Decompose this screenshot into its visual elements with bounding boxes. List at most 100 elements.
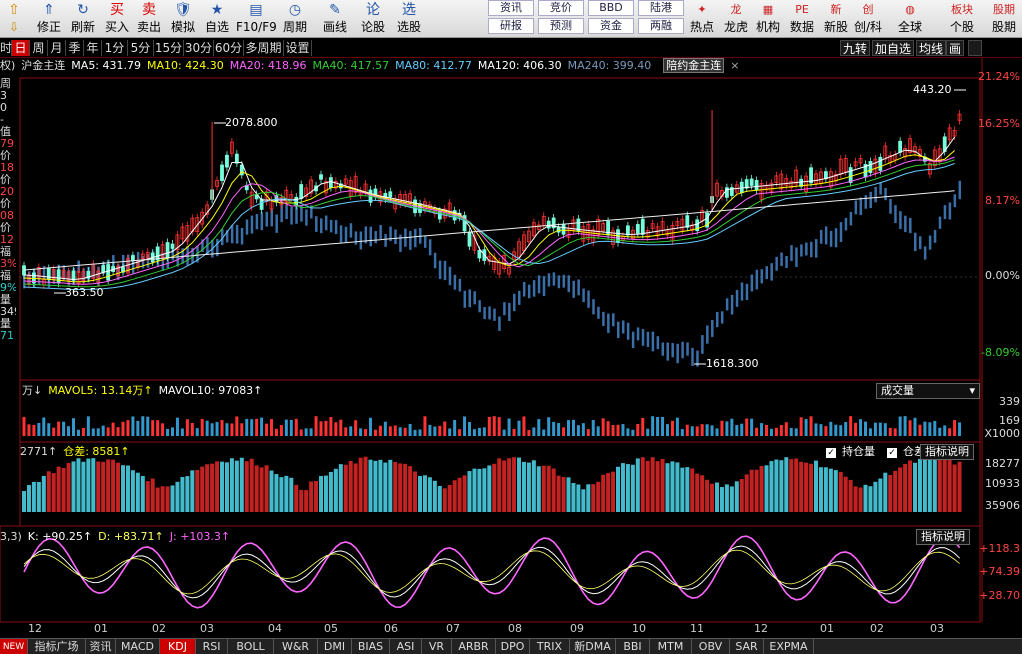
candle-blue: [815, 239, 818, 258]
indicator-tab-3[interactable]: MACD: [116, 639, 160, 654]
oi-bar: [917, 458, 922, 512]
indicator-tab-14[interactable]: TRIX: [530, 639, 570, 654]
volume-bar: [898, 416, 902, 436]
volume-bar: [953, 420, 957, 436]
vol-axis-1: 339: [999, 395, 1020, 408]
candle-blue: [928, 235, 932, 250]
oi-bar: [719, 487, 724, 512]
candle-blue: [453, 274, 457, 290]
indicator-tab-0[interactable]: NEW: [0, 639, 28, 654]
volume-bar: [576, 425, 580, 436]
oi-bar: [878, 478, 883, 512]
volume-bar: [448, 428, 452, 436]
volume-bar: [873, 422, 877, 436]
candle: [626, 225, 630, 236]
volume-bar: [67, 426, 71, 436]
indicator-tab-9[interactable]: BIAS: [352, 639, 390, 654]
volume-bar: [656, 416, 660, 436]
volume-bar: [225, 423, 229, 436]
volume-bar: [735, 425, 739, 436]
volume-bar: [883, 423, 887, 436]
oi-bar: [838, 471, 843, 512]
oi-bar: [279, 477, 284, 512]
candle-blue: [235, 224, 239, 244]
indicator-tab-18[interactable]: OBV: [692, 639, 730, 654]
indicator-tab-5[interactable]: RSI: [196, 639, 228, 654]
candle: [234, 153, 239, 164]
oi-bar: [645, 460, 650, 512]
oi-bar: [215, 461, 220, 512]
oi-bar: [942, 459, 947, 512]
candle-blue: [795, 247, 798, 267]
indicator-tab-8[interactable]: DMI: [318, 639, 352, 654]
indicator-tab-20[interactable]: EXPMA: [764, 639, 814, 654]
indicator-tab-2[interactable]: 资讯: [86, 639, 116, 654]
oi-bar: [561, 476, 566, 512]
candle: [685, 215, 690, 228]
indicator-tab-17[interactable]: MTM: [650, 639, 692, 654]
indicator-tab-7[interactable]: W&R: [274, 639, 318, 654]
volume-bar: [581, 423, 585, 436]
oi-bar: [121, 465, 125, 512]
candle-blue: [725, 298, 729, 311]
volume-bar: [284, 419, 288, 436]
volume-bar: [636, 423, 640, 436]
candle-blue: [577, 279, 580, 296]
oi-help-button[interactable]: 指标说明: [920, 444, 974, 460]
oi-bar: [46, 471, 51, 512]
volume-bar: [443, 421, 447, 436]
volume-bar: [571, 419, 575, 436]
indicator-tab-1[interactable]: 指标广场: [28, 639, 86, 654]
volume-bar: [725, 421, 729, 436]
volume-bar: [893, 428, 897, 436]
chart-canvas[interactable]: [0, 0, 1022, 654]
volume-bar: [101, 425, 105, 436]
indicator-tab-16[interactable]: BBI: [616, 639, 650, 654]
indicator-selector[interactable]: 成交量 ▾: [876, 383, 980, 399]
indicator-tab-10[interactable]: ASI: [390, 639, 422, 654]
candle-blue: [780, 252, 783, 267]
month-label-11: 11: [690, 622, 704, 635]
oi-bar: [116, 462, 121, 512]
candle-blue: [428, 239, 432, 256]
oi-bar: [908, 460, 913, 512]
candle: [165, 242, 170, 258]
candle-blue: [745, 283, 749, 301]
candle-blue: [765, 266, 768, 280]
indicator-tab-12[interactable]: ARBR: [452, 639, 496, 654]
vol-axis-2: 169: [999, 414, 1020, 427]
oi-bar: [229, 458, 234, 512]
indicator-tab-13[interactable]: DPO: [496, 639, 530, 654]
oi-bar: [724, 484, 729, 512]
volume-bar: [670, 420, 674, 436]
indicator-tab-11[interactable]: VR: [422, 639, 452, 654]
volume-bar: [958, 422, 962, 436]
volume-bar: [240, 423, 244, 436]
oi-bar: [606, 473, 611, 512]
oi-bar: [710, 483, 715, 512]
volume-bar: [799, 417, 803, 436]
volume-bar: [690, 426, 694, 436]
oi-bar: [833, 470, 838, 512]
volume-bar: [854, 422, 858, 436]
volume-bar: [304, 428, 308, 436]
indicator-tab-19[interactable]: SAR: [730, 639, 764, 654]
candle-blue: [503, 302, 506, 316]
oi-checkbox-1[interactable]: ✓ 持仓量: [826, 445, 881, 458]
oi-bar: [145, 481, 150, 512]
indicator-tab-4[interactable]: KDJ: [160, 639, 196, 654]
indicator-tab-6[interactable]: BOLL: [228, 639, 274, 654]
candle-blue: [671, 343, 674, 358]
indicator-tab-15[interactable]: 新DMA: [570, 639, 616, 654]
kdj-help-button[interactable]: 指标说明: [916, 529, 970, 545]
oi-bar: [502, 460, 507, 512]
candle-blue: [740, 282, 744, 301]
oi-bar: [289, 477, 294, 512]
candle: [170, 243, 175, 249]
volume-bar: [824, 426, 828, 436]
oi-bar: [685, 467, 690, 512]
oi-bar: [566, 477, 571, 512]
candle: [744, 179, 749, 189]
oi-bar: [328, 471, 333, 512]
candle-blue: [636, 327, 640, 341]
